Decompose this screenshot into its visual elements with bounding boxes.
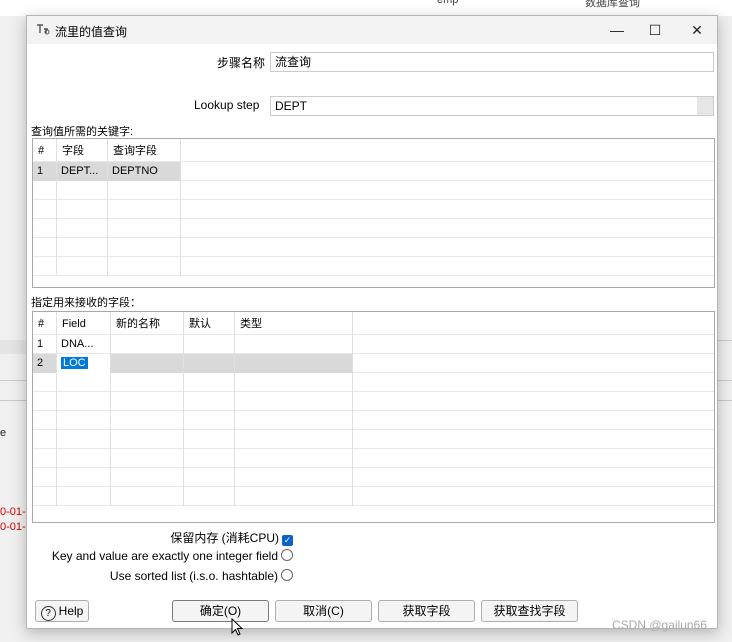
column-header-field[interactable]: Field [57,312,111,334]
integer-pair-toggle[interactable] [281,549,293,561]
new-name-cell[interactable] [111,354,184,373]
integer-pair-option[interactable]: Key and value are exactly one integer fi… [52,549,293,563]
column-header-lookup-field[interactable]: 查询字段 [108,139,181,161]
sorted-list-toggle[interactable] [281,569,293,581]
sorted-list-label: Use sorted list (i.s.o. hashtable) [109,569,278,583]
help-button[interactable]: ? Help [35,600,89,622]
keys-section-title: 查询值所需的关键字: [31,126,134,138]
background-tab-emp: emp [437,0,459,6]
background-tab-db-query: 数据库查询 [585,0,640,9]
table-row-empty [33,373,714,392]
field-cell-editor[interactable]: LOC [61,357,88,369]
fields-table: ^ # Field 新的名称 默认 类型 1 DNA... 2 LOC [32,311,715,523]
title-bar[interactable]: 流里的值查询 — ☐ ✕ [27,16,717,44]
check-icon[interactable]: ✓ [282,535,293,546]
lookup-step-value: DEPT [275,99,308,113]
column-header-type[interactable]: 类型 [235,312,353,334]
step-name-label: 步骤名称 [217,56,266,70]
cancel-button[interactable]: 取消(C) [275,600,372,622]
sort-caret-icon: ^ [39,144,44,154]
sort-caret-icon: ^ [39,317,44,327]
key-lookup-field-cell[interactable]: DEPTNO [108,162,181,181]
dropdown-arrow-icon[interactable] [697,97,713,115]
integer-pair-label: Key and value are exactly one integer fi… [51,549,278,563]
default-cell[interactable] [184,354,235,373]
field-cell[interactable]: DNA... [57,335,111,354]
help-circle-icon: ? [40,606,56,621]
row-number: 1 [33,335,57,354]
table-header: ^ # Field 新的名称 默认 类型 [33,312,714,335]
table-row-empty [33,449,714,468]
dialog-body: 步骤名称 流查询 Lookup step DEPT 查询值所需的关键字: ^ #… [27,44,717,628]
table-row[interactable]: 1 DNA... [33,335,714,354]
table-row-empty [33,257,714,276]
background-text: e [0,427,7,439]
watermark: CSDN @gailun66 [612,618,707,632]
ok-button[interactable]: 确定(O) [172,600,269,622]
table-row[interactable]: 2 LOC [33,354,714,373]
row-number: 2 [33,354,57,373]
keys-table: ^ # 字段 查询字段 1 DEPT... DEPTNO [32,138,715,288]
type-cell[interactable] [235,354,353,373]
table-row-empty [33,219,714,238]
row-number: 1 [33,162,57,181]
fields-section-title: 指定用来接收的字段： [31,297,141,309]
help-button-label: Help [58,604,84,618]
new-name-cell[interactable] [111,335,184,354]
minimize-button[interactable]: — [597,19,637,41]
column-header-default[interactable]: 默认 [184,312,235,334]
close-button[interactable]: ✕ [677,19,717,41]
get-lookup-fields-button[interactable]: 获取查找字段 [481,600,578,622]
background-text: 0-01- [0,521,26,533]
type-cell[interactable] [235,335,353,354]
stream-lookup-icon [36,23,50,38]
column-header-field[interactable]: 字段 [57,139,108,161]
table-header: ^ # 字段 查询字段 [33,139,714,162]
preserve-memory-option[interactable]: 保留内存 (消耗CPU) ✓ [170,529,293,546]
column-header-num[interactable]: ^ # [33,312,57,334]
table-row[interactable]: 1 DEPT... DEPTNO [33,162,714,181]
table-row-empty [33,200,714,219]
stream-lookup-dialog: 流里的值查询 — ☐ ✕ 步骤名称 流查询 Lookup step DEPT 查… [26,15,718,629]
window-title: 流里的值查询 [55,25,128,39]
table-row-empty [33,430,714,449]
table-row-empty [33,411,714,430]
preserve-memory-label: 保留内存 (消耗CPU) [170,531,279,545]
column-header-num[interactable]: ^ # [33,139,57,161]
background-text: 0-01- [0,506,26,518]
sorted-list-option[interactable]: Use sorted list (i.s.o. hashtable) [110,569,293,583]
lookup-step-label: Lookup step [194,98,260,112]
field-cell[interactable]: LOC [57,354,111,373]
key-field-cell[interactable]: DEPT... [57,162,108,181]
mouse-pointer-icon [231,617,244,640]
table-row-empty [33,392,714,411]
step-name-input[interactable]: 流查询 [270,52,714,72]
maximize-button[interactable]: ☐ [635,19,675,41]
column-header-new-name[interactable]: 新的名称 [111,312,184,334]
table-row-empty [33,238,714,257]
table-row-empty [33,468,714,487]
default-cell[interactable] [184,335,235,354]
table-row-empty [33,181,714,200]
get-fields-button[interactable]: 获取字段 [378,600,475,622]
background-app-header: emp 数据库查询 [0,0,732,16]
lookup-step-select[interactable]: DEPT [270,96,714,116]
table-row-empty [33,487,714,506]
